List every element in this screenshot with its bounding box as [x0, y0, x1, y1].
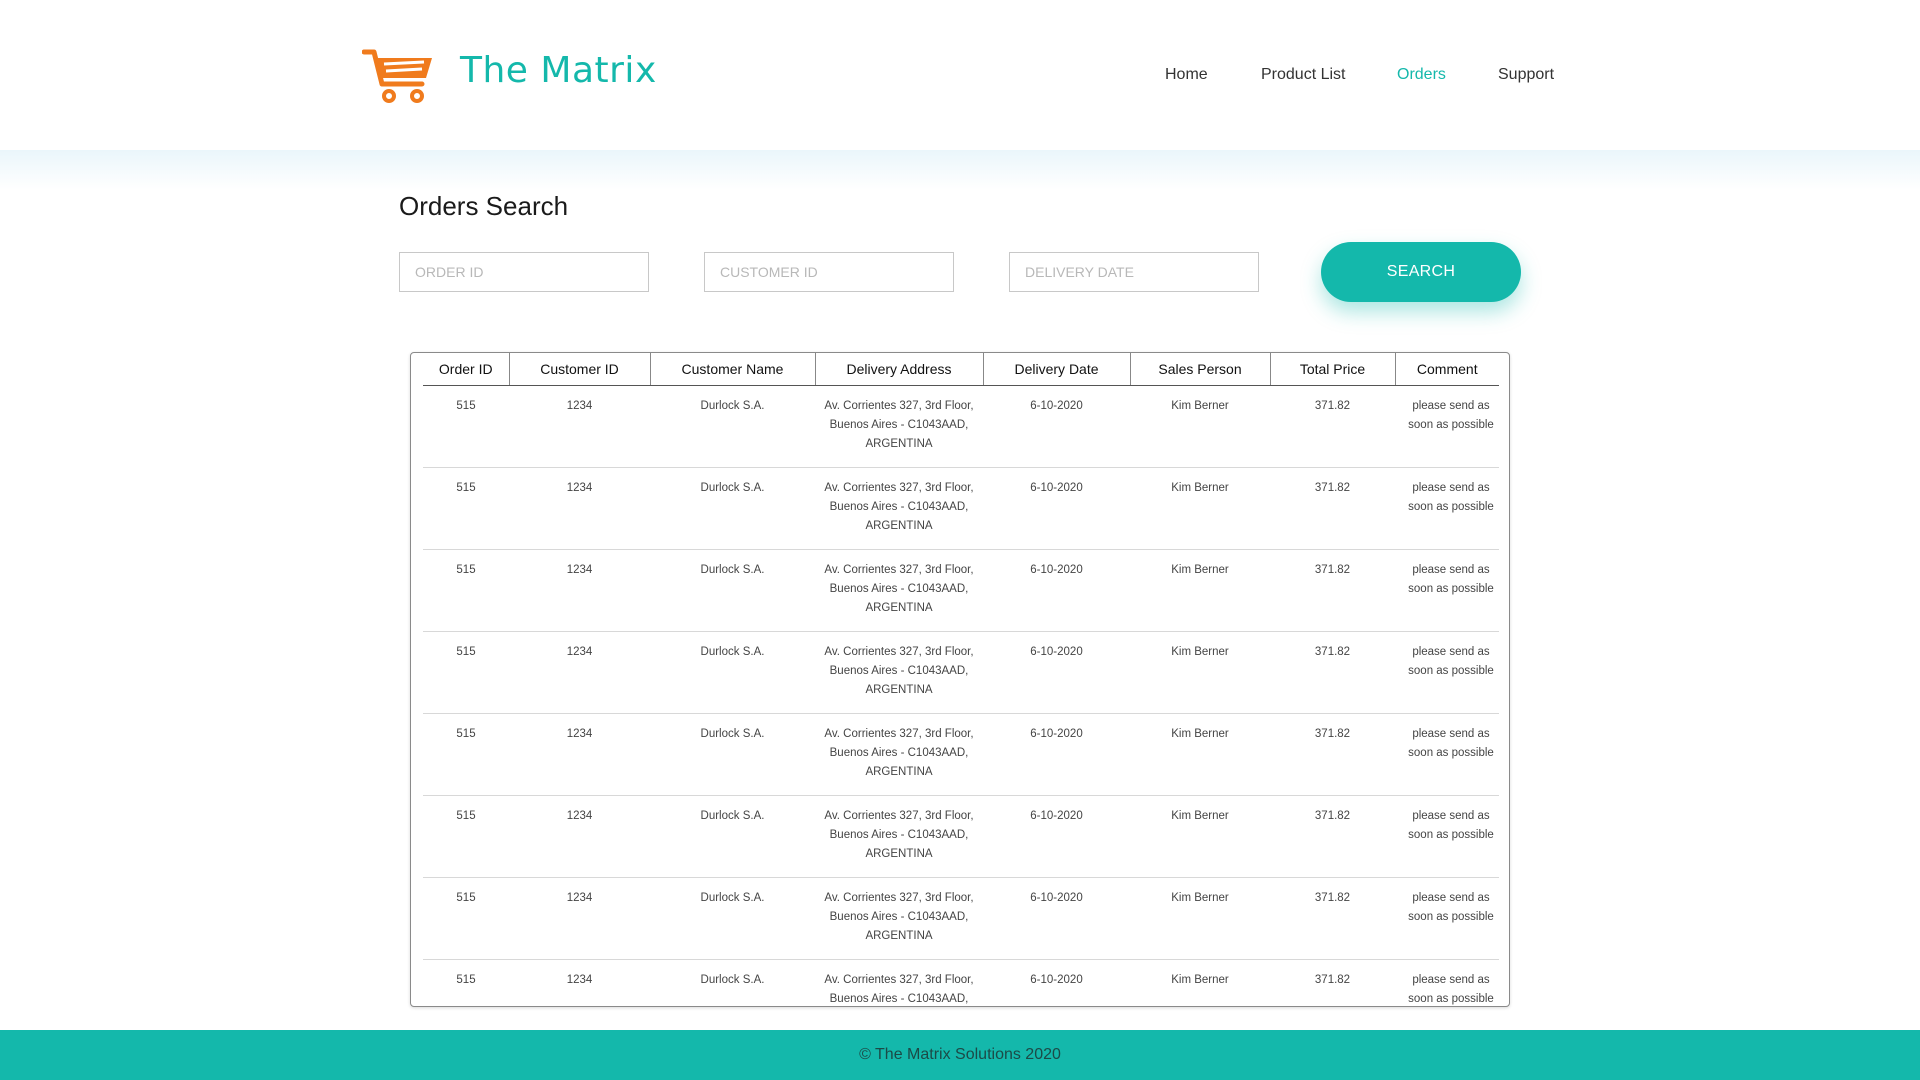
comment-cell: please send as soon as possible — [1395, 467, 1499, 550]
header-shadow — [0, 150, 1920, 190]
delivery-date-cell: 6-10-2020 — [983, 385, 1130, 468]
total-price-cell: 371.82 — [1270, 959, 1395, 1006]
delivery-date-cell: 6-10-2020 — [983, 795, 1130, 878]
customer-name-cell: Durlock S.A. — [650, 959, 815, 1006]
customer-name-cell: Durlock S.A. — [650, 385, 815, 468]
delivery-address-cell: Av. Corrientes 327, 3rd Floor, Buenos Ai… — [815, 959, 983, 1006]
order-id-cell: 515 — [423, 713, 509, 796]
table-row[interactable]: 515 1234 Durlock S.A. Av. Corrientes 327, 3… — [423, 549, 1499, 632]
sales-person-cell: Kim Berner — [1130, 795, 1270, 878]
order-id-cell: 515 — [423, 795, 509, 878]
sales-person-cell: Kim Berner — [1130, 467, 1270, 550]
page-title: Orders Search — [399, 191, 569, 221]
search-button[interactable]: SEARCH — [1321, 242, 1521, 302]
brand-name[interactable]: The Matrix — [460, 50, 657, 91]
delivery-date-cell: 6-10-2020 — [983, 549, 1130, 632]
sales-person-cell: Kim Berner — [1130, 713, 1270, 796]
total-price-cell: 371.82 — [1270, 795, 1395, 878]
delivery-address-cell: Av. Corrientes 327, 3rd Floor, Buenos Ai… — [815, 385, 983, 468]
orders-table: Order ID Customer ID Customer Name Deliv… — [423, 353, 1499, 1006]
sales-person-cell: Kim Berner — [1130, 385, 1270, 468]
table-row[interactable]: 515 1234 Durlock S.A. Av. Corrientes 327, 3… — [423, 795, 1499, 878]
column-header-sales-person[interactable]: Sales Person — [1130, 353, 1271, 386]
order-id-cell: 515 — [423, 467, 509, 550]
site-header: The Matrix Home Product List Orders Supp… — [0, 0, 1920, 150]
customer-id-cell: 1234 — [509, 877, 650, 960]
delivery-date-cell: 6-10-2020 — [983, 467, 1130, 550]
customer-id-cell: 1234 — [509, 713, 650, 796]
delivery-address-cell: Av. Corrientes 327, 3rd Floor, Buenos Ai… — [815, 795, 983, 878]
column-header-customer-name[interactable]: Customer Name — [650, 353, 816, 386]
delivery-address-cell: Av. Corrientes 327, 3rd Floor, Buenos Ai… — [815, 713, 983, 796]
order-id-cell: 515 — [423, 549, 509, 632]
comment-cell: please send as soon as possible — [1395, 795, 1499, 878]
customer-id-cell: 1234 — [509, 385, 650, 468]
column-header-total-price[interactable]: Total Price — [1270, 353, 1396, 386]
column-header-order-id[interactable]: Order ID — [423, 353, 510, 386]
nav-product-list[interactable]: Product List — [1261, 66, 1345, 84]
total-price-cell: 371.82 — [1270, 467, 1395, 550]
delivery-date-cell: 6-10-2020 — [983, 959, 1130, 1006]
customer-id-cell: 1234 — [509, 549, 650, 632]
column-header-customer-id[interactable]: Customer ID — [509, 353, 651, 386]
table-row[interactable]: 515 1234 Durlock S.A. Av. Corrientes 327, 3… — [423, 959, 1499, 1006]
sales-person-cell: Kim Berner — [1130, 549, 1270, 632]
table-row[interactable]: 515 1234 Durlock S.A. Av. Corrientes 327, 3… — [423, 713, 1499, 796]
total-price-cell: 371.82 — [1270, 713, 1395, 796]
column-header-delivery-address[interactable]: Delivery Address — [815, 353, 984, 386]
sales-person-cell: Kim Berner — [1130, 877, 1270, 960]
comment-cell: please send as soon as possible — [1395, 631, 1499, 714]
column-header-delivery-date[interactable]: Delivery Date — [983, 353, 1131, 386]
orders-table-container[interactable]: Order ID Customer ID Customer Name Deliv… — [410, 352, 1510, 1007]
customer-name-cell: Durlock S.A. — [650, 549, 815, 632]
customer-name-cell: Durlock S.A. — [650, 631, 815, 714]
delivery-address-cell: Av. Corrientes 327, 3rd Floor, Buenos Ai… — [815, 467, 983, 550]
table-row[interactable]: 515 1234 Durlock S.A. Av. Corrientes 327, 3… — [423, 631, 1499, 714]
table-row[interactable]: 515 1234 Durlock S.A. Av. Corrientes 327, 3… — [423, 467, 1499, 550]
customer-id-cell: 1234 — [509, 467, 650, 550]
delivery-address-cell: Av. Corrientes 327, 3rd Floor, Buenos Ai… — [815, 877, 983, 960]
delivery-date-cell: 6-10-2020 — [983, 877, 1130, 960]
orders-table-body: 515 1234 Durlock S.A. Av. Corrientes 327, 3… — [423, 385, 1499, 1006]
order-id-cell: 515 — [423, 385, 509, 468]
order-id-cell: 515 — [423, 877, 509, 960]
table-row[interactable]: 515 1234 Durlock S.A. Av. Corrientes 327, 3… — [423, 877, 1499, 960]
nav-orders[interactable]: Orders — [1397, 66, 1446, 84]
comment-cell: please send as soon as possible — [1395, 549, 1499, 632]
customer-id-cell: 1234 — [509, 959, 650, 1006]
delivery-date-cell: 6-10-2020 — [983, 713, 1130, 796]
comment-cell: please send as soon as possible — [1395, 713, 1499, 796]
delivery-address-cell: Av. Corrientes 327, 3rd Floor, Buenos Ai… — [815, 549, 983, 632]
delivery-date-cell: 6-10-2020 — [983, 631, 1130, 714]
total-price-cell: 371.82 — [1270, 877, 1395, 960]
total-price-cell: 371.82 — [1270, 549, 1395, 632]
delivery-date-input[interactable] — [1009, 252, 1259, 292]
customer-id-cell: 1234 — [509, 795, 650, 878]
table-row[interactable]: 515 1234 Durlock S.A. Av. Corrientes 327, 3… — [423, 385, 1499, 468]
customer-id-input[interactable] — [704, 252, 954, 292]
total-price-cell: 371.82 — [1270, 385, 1395, 468]
customer-id-cell: 1234 — [509, 631, 650, 714]
nav-home[interactable]: Home — [1165, 66, 1208, 84]
column-header-comment[interactable]: Comment — [1395, 353, 1499, 386]
copyright-text: © The Matrix Solutions 2020 — [859, 1046, 1061, 1063]
comment-cell: please send as soon as possible — [1395, 877, 1499, 960]
table-header-row: Order ID Customer ID Customer Name Deliv… — [423, 353, 1499, 386]
customer-name-cell: Durlock S.A. — [650, 713, 815, 796]
nav-support[interactable]: Support — [1498, 66, 1554, 84]
customer-name-cell: Durlock S.A. — [650, 795, 815, 878]
comment-cell: please send as soon as possible — [1395, 385, 1499, 468]
site-footer: © The Matrix Solutions 2020 — [0, 1030, 1920, 1080]
delivery-address-cell: Av. Corrientes 327, 3rd Floor, Buenos Ai… — [815, 631, 983, 714]
comment-cell: please send as soon as possible — [1395, 959, 1499, 1006]
order-id-input[interactable] — [399, 252, 649, 292]
sales-person-cell: Kim Berner — [1130, 959, 1270, 1006]
customer-name-cell: Durlock S.A. — [650, 467, 815, 550]
customer-name-cell: Durlock S.A. — [650, 877, 815, 960]
order-id-cell: 515 — [423, 631, 509, 714]
total-price-cell: 371.82 — [1270, 631, 1395, 714]
order-id-cell: 515 — [423, 959, 509, 1006]
sales-person-cell: Kim Berner — [1130, 631, 1270, 714]
shopping-cart-icon[interactable] — [362, 46, 434, 104]
